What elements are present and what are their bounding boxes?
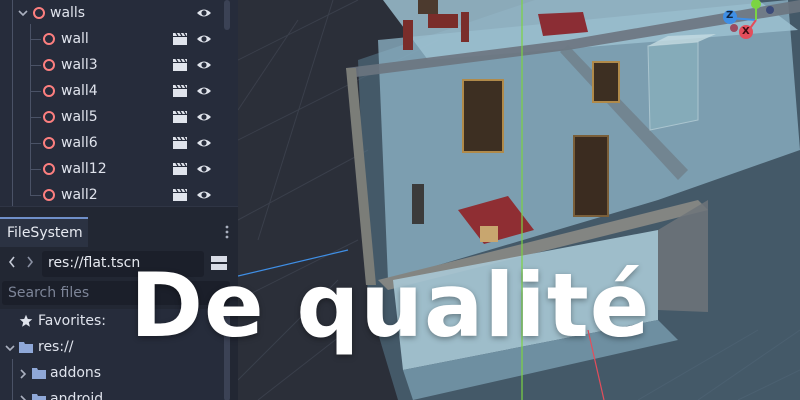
tree-item-label: walls xyxy=(50,5,86,21)
tree-branch xyxy=(31,117,41,118)
star-icon xyxy=(19,314,33,327)
clapperboard-icon[interactable] xyxy=(172,84,188,98)
tab-label: FileSystem xyxy=(7,225,83,241)
door xyxy=(592,61,620,103)
eye-icon[interactable] xyxy=(196,188,212,202)
kebab-menu-icon[interactable] xyxy=(224,225,230,239)
fridge-box xyxy=(647,41,699,131)
node3d-icon xyxy=(43,59,55,71)
clapperboard-icon[interactable] xyxy=(172,32,188,46)
folder-icon xyxy=(32,368,46,379)
eye-icon[interactable] xyxy=(196,110,212,124)
eye-icon[interactable] xyxy=(196,84,212,98)
tree-item-label: wall6 xyxy=(61,135,98,151)
eye-icon[interactable] xyxy=(196,136,212,150)
side-table xyxy=(412,184,424,224)
node3d-icon xyxy=(43,85,55,97)
scene-tree: walls wall wall3 wall4 wall5 wall6 wall1… xyxy=(0,0,238,206)
chevron-down-icon[interactable] xyxy=(18,8,28,18)
eye-icon[interactable] xyxy=(196,32,212,46)
eye-icon[interactable] xyxy=(196,6,212,20)
chevron-right-icon[interactable] xyxy=(18,369,28,379)
chevron-right-icon[interactable] xyxy=(18,395,28,400)
clapperboard-icon[interactable] xyxy=(172,162,188,176)
favorites-label: Favorites: xyxy=(38,313,106,329)
tree-item-wall3[interactable]: wall3 xyxy=(0,53,222,79)
tree-branch xyxy=(31,39,41,40)
path-value: res://flat.tscn xyxy=(48,255,141,271)
clapperboard-icon[interactable] xyxy=(172,136,188,150)
folder-icon xyxy=(19,342,33,353)
eye-icon[interactable] xyxy=(196,162,212,176)
tree-item-label: wall5 xyxy=(61,109,98,125)
scene-tree-scrollbar[interactable] xyxy=(224,0,230,30)
tree-branch xyxy=(31,195,41,196)
node3d-icon xyxy=(43,111,55,123)
tree-item-wall4[interactable]: wall4 xyxy=(0,79,222,105)
gizmo-icon xyxy=(723,0,774,39)
tree-item-walls[interactable]: walls xyxy=(0,1,222,27)
tree-item-label: wall2 xyxy=(61,187,98,203)
back-arrow-icon[interactable] xyxy=(6,254,18,270)
tree-branch xyxy=(31,65,41,66)
tree-item-wall5[interactable]: wall5 xyxy=(0,105,222,131)
tree-item-label: wall3 xyxy=(61,57,98,73)
wardrobe xyxy=(573,135,609,217)
chevron-down-icon[interactable] xyxy=(5,343,15,353)
tree-branch xyxy=(31,91,41,92)
node3d-icon xyxy=(43,137,55,149)
tree-item-label: wall xyxy=(61,31,89,47)
node3d-icon xyxy=(33,7,45,19)
tree-item-wall[interactable]: wall xyxy=(0,27,222,53)
eye-icon[interactable] xyxy=(196,58,212,72)
tree-item-wall6[interactable]: wall6 xyxy=(0,131,222,157)
tree-item-wall2[interactable]: wall2 xyxy=(0,183,222,206)
folder-label: addons xyxy=(50,365,102,381)
forward-arrow-icon[interactable] xyxy=(24,254,36,270)
tab-filesystem[interactable]: FileSystem xyxy=(0,217,88,247)
tree-item-label: wall4 xyxy=(61,83,98,99)
folder-addons[interactable]: addons xyxy=(0,361,222,387)
clapperboard-icon[interactable] xyxy=(172,110,188,124)
gizmo-z-label: Z xyxy=(726,10,734,21)
folder-icon xyxy=(32,394,46,400)
clapperboard-icon[interactable] xyxy=(172,58,188,72)
headline-overlay: De qualité xyxy=(130,254,651,357)
folder-android[interactable]: android xyxy=(0,387,222,400)
folder-label: res:// xyxy=(38,339,74,355)
tree-item-label: wall12 xyxy=(61,161,107,177)
tree-branch xyxy=(31,143,41,144)
chair xyxy=(480,226,498,242)
clapperboard-icon[interactable] xyxy=(172,188,188,202)
tree-branch xyxy=(31,169,41,170)
bed xyxy=(538,12,588,36)
node3d-icon xyxy=(43,33,55,45)
orientation-gizmo[interactable]: Z X xyxy=(716,0,800,48)
node3d-icon xyxy=(43,189,55,201)
folder-label: android xyxy=(50,391,104,400)
gizmo-x-label: X xyxy=(742,26,750,37)
node3d-icon xyxy=(43,163,55,175)
door xyxy=(462,79,504,153)
tree-item-wall12[interactable]: wall12 xyxy=(0,157,222,183)
